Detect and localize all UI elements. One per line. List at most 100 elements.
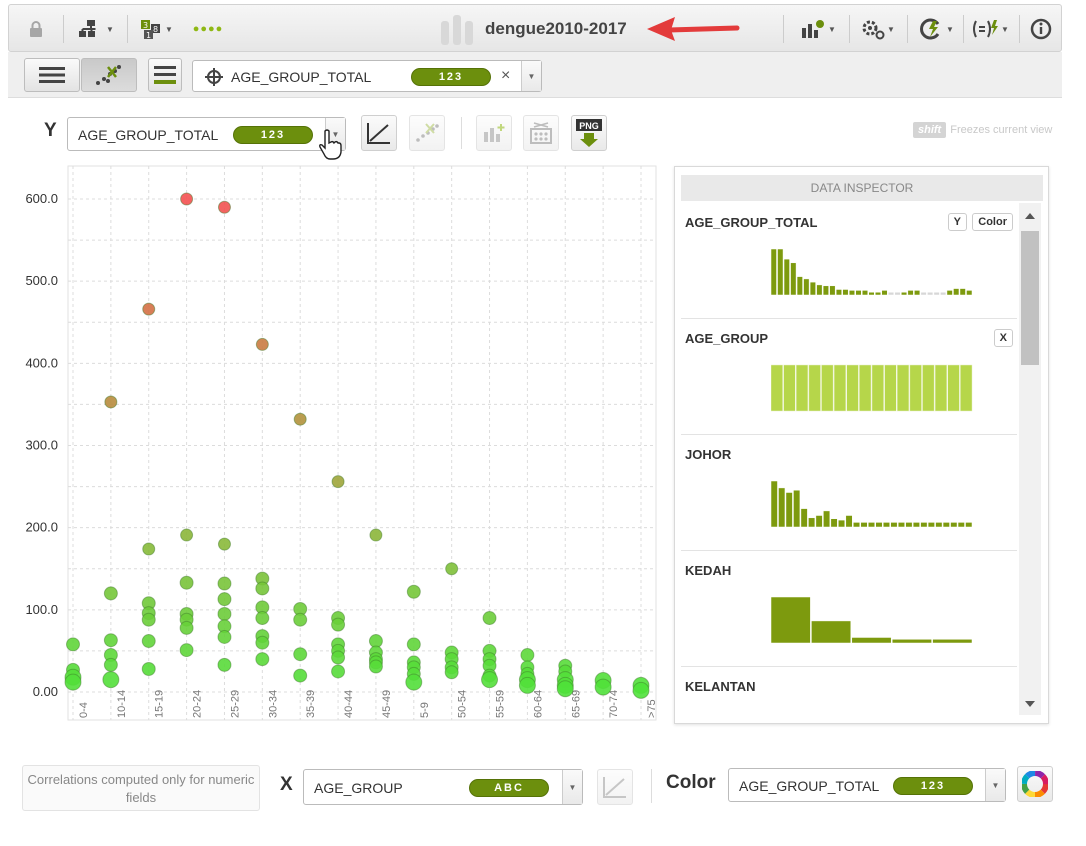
scroll-up-icon[interactable]	[1025, 213, 1035, 219]
scatter-point	[217, 576, 232, 591]
histogram-bar	[875, 291, 882, 296]
histogram-bar	[950, 522, 958, 528]
histogram-bar	[868, 291, 875, 296]
scatter-point	[445, 562, 459, 576]
inspector-field-section[interactable]: AGE_GROUP_TOTAL Color Y	[681, 203, 1017, 319]
scatter-point	[331, 664, 346, 679]
create-dataset-button[interactable]	[523, 115, 559, 151]
y-field-selector[interactable]: AGE_GROUP_TOTAL 123 ▼	[67, 117, 346, 151]
svg-text:3: 3	[143, 21, 148, 30]
scatter-point	[331, 475, 345, 489]
histogram-bar	[853, 522, 861, 528]
histogram-bar	[881, 290, 888, 296]
inspector-scrollbar[interactable]	[1019, 203, 1041, 715]
info-button[interactable]	[1023, 5, 1059, 53]
y-tick-label: 400.0	[25, 355, 58, 370]
scrollbar-thumb[interactable]	[1021, 231, 1039, 365]
histogram-bar	[920, 522, 928, 528]
histogram-bar	[823, 510, 831, 528]
histogram-bar	[932, 639, 973, 644]
scroll-down-icon[interactable]	[1025, 701, 1035, 707]
scatter-point	[217, 629, 232, 644]
dataset-sources-button[interactable]: 381 ▼	[133, 5, 179, 53]
model-tree-button[interactable]: ▼	[73, 5, 119, 53]
export-png-button[interactable]: PNG	[571, 115, 607, 151]
add-chart-button[interactable]	[476, 115, 512, 151]
charts-menu-button[interactable]: ▼	[795, 5, 841, 53]
color-field-selector[interactable]: AGE_GROUP_TOTAL 123 ▼	[728, 768, 1006, 802]
inspector-axis-tag[interactable]: Color	[972, 213, 1013, 231]
histogram-bar	[830, 518, 838, 528]
x-axis-label: X	[280, 774, 293, 795]
x-tick-label: 0-4	[78, 702, 90, 718]
inspector-histogram	[771, 711, 981, 715]
inspector-axis-tag[interactable]: X	[993, 329, 1013, 347]
histogram-bar	[851, 637, 892, 644]
histogram-bar	[859, 364, 872, 412]
axis-trend-icon	[603, 777, 626, 798]
data-inspector-body[interactable]: AGE_GROUP_TOTAL Color Y AGE_GROUP X JOHOR KEDA…	[681, 203, 1017, 715]
inspector-field-section[interactable]: AGE_GROUP X	[681, 319, 1017, 435]
shift-hint-text: Freezes current view	[950, 124, 1053, 136]
scatter-point	[369, 528, 383, 542]
clear-field-icon[interactable]: ×	[501, 67, 510, 85]
bar-chart-plus-icon	[484, 124, 505, 142]
grid-shuffle-icon	[530, 122, 552, 144]
histogram-bar	[777, 248, 784, 296]
chevron-down-icon[interactable]: ▼	[985, 769, 1005, 801]
histogram-bar	[845, 515, 853, 528]
toolbar-separator	[127, 15, 128, 43]
histogram-bar	[891, 639, 932, 644]
y-tick-label: 600.0	[25, 191, 58, 206]
field-list-button[interactable]	[148, 58, 182, 92]
histogram-bar	[966, 290, 973, 296]
formula-menu-button[interactable]: ▼	[967, 5, 1013, 53]
y-axis-ticks: 0.00 100.0 200.0 300.0 400.0 500.0 600.0	[25, 191, 58, 699]
crosshair-icon	[205, 68, 223, 86]
bar-chart-gear-icon	[802, 20, 825, 38]
x-regression-button[interactable]	[597, 769, 633, 805]
chevron-down-icon: ▼	[1001, 24, 1009, 34]
histogram-bar	[888, 291, 895, 296]
histogram-bar	[846, 364, 859, 412]
histogram-bar	[957, 522, 965, 528]
inspector-histogram	[771, 596, 973, 644]
regression-line-button[interactable]	[361, 115, 397, 151]
scatter-point	[293, 668, 308, 683]
data-inspector-header: DATA INSPECTOR	[681, 175, 1043, 201]
histogram-bar	[803, 278, 810, 296]
scatter-mode-button[interactable]	[409, 115, 445, 151]
histogram-bar	[914, 290, 921, 296]
page-title: dengue2010-2017	[485, 19, 627, 38]
scatter-point	[481, 671, 499, 689]
view-toolbar: AGE_GROUP_TOTAL 123 × ▼	[8, 52, 1062, 98]
chevron-down-icon[interactable]: ▼	[521, 61, 541, 91]
inspector-field-section[interactable]: JOHOR	[681, 435, 1017, 551]
scatter-point	[556, 680, 574, 698]
target-field-selector[interactable]: AGE_GROUP_TOTAL 123 × ▼	[192, 60, 542, 92]
scatterplot-view-button[interactable]	[81, 58, 137, 92]
histogram-bar	[796, 364, 809, 412]
y-tick-label: 100.0	[25, 602, 58, 617]
color-wheel-icon	[1022, 771, 1048, 797]
x-field-selector[interactable]: AGE_GROUP ABC ▼	[303, 769, 583, 805]
histogram-bar	[922, 364, 935, 412]
inspector-field-section[interactable]: KEDAH	[681, 551, 1017, 667]
scatterplot-chart[interactable]: 0.00 100.0 200.0 300.0 400.0 500.0 600.0 0-4 10…	[0, 160, 665, 730]
scatter-point	[632, 681, 650, 699]
histogram-bar	[835, 289, 842, 296]
color-label: Color	[666, 772, 716, 793]
inspector-axis-tag[interactable]: Y	[947, 213, 967, 231]
chevron-down-icon[interactable]: ▼	[562, 770, 582, 804]
color-palette-button[interactable]	[1017, 766, 1053, 802]
histogram-bar	[771, 248, 777, 296]
controls-separator	[651, 769, 652, 803]
histogram-bar	[842, 289, 849, 296]
inspector-field-section[interactable]: KELANTAN	[681, 667, 1017, 715]
actions-menu-button[interactable]: ▼	[913, 5, 959, 53]
settings-menu-button[interactable]: ▼	[855, 5, 901, 53]
lock-icon[interactable]	[19, 5, 53, 53]
histogram-bar	[838, 519, 846, 528]
list-view-button[interactable]	[24, 58, 80, 92]
histogram-bar	[771, 480, 778, 528]
